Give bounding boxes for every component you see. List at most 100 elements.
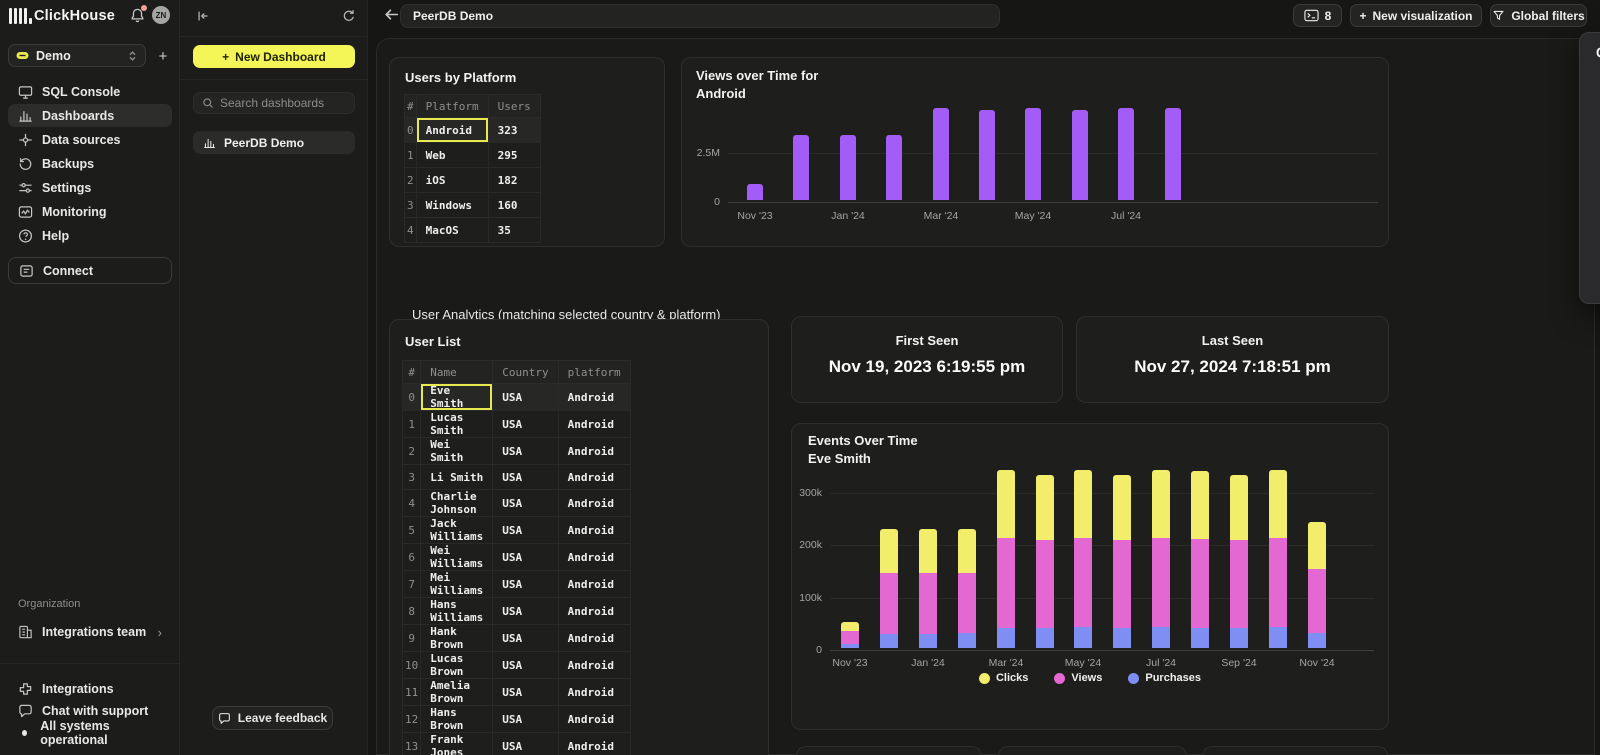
table-cell[interactable]: Android <box>558 598 630 625</box>
table-cell[interactable]: 13 <box>403 733 421 755</box>
table-cell[interactable]: USA <box>493 598 558 625</box>
table-cell[interactable]: 10 <box>403 652 421 679</box>
table-row[interactable]: 0Android323 <box>405 118 541 143</box>
query-menu-item[interactable]: User Stats <box>1580 211 1600 240</box>
bar-segment-purchases-Sep '24[interactable] <box>1230 628 1248 648</box>
table-cell[interactable]: 160 <box>488 193 540 218</box>
bar-Jan '24[interactable] <box>840 135 856 200</box>
new-visualization-button[interactable]: + New visualization <box>1350 4 1482 27</box>
table-cell[interactable]: Android <box>558 652 630 679</box>
sidebar-item-sql-console[interactable]: SQL Console <box>8 80 172 103</box>
column-header[interactable]: # <box>405 95 417 118</box>
bar-segment-clicks-May '24[interactable] <box>1074 470 1092 538</box>
table-cell[interactable]: Android <box>558 411 630 438</box>
table-cell[interactable]: 5 <box>403 517 421 544</box>
bar-segment-views-Jul '24[interactable] <box>1152 538 1170 627</box>
legend-item-views[interactable]: Views <box>1054 672 1102 684</box>
table-row[interactable]: 3Li SmithUSAAndroid <box>403 465 631 490</box>
table-row[interactable]: 8Hans WilliamsUSAAndroid <box>403 598 631 625</box>
table-cell[interactable]: USA <box>493 465 558 490</box>
bar-segment-clicks-Nov '23[interactable] <box>841 622 859 631</box>
table-row[interactable]: 0Eve SmithUSAAndroid <box>403 384 631 411</box>
dashboard-title-input[interactable] <box>400 4 1000 28</box>
table-cell[interactable]: 2 <box>405 168 417 193</box>
bar-segment-clicks-Nov '24[interactable] <box>1308 522 1326 569</box>
table-cell[interactable]: 35 <box>488 218 540 243</box>
bar-segment-purchases-Jan '24[interactable] <box>919 634 937 648</box>
table-cell[interactable]: MacOS <box>416 218 488 243</box>
column-header[interactable]: Platform <box>416 95 488 118</box>
dashboard-search[interactable] <box>193 92 355 114</box>
table-cell[interactable]: Android <box>558 517 630 544</box>
search-input[interactable] <box>220 96 335 110</box>
user-avatar[interactable]: ZN <box>152 6 170 24</box>
bar-Mar '24[interactable] <box>933 108 949 200</box>
table-cell[interactable]: USA <box>493 438 558 465</box>
query-menu-item[interactable]: Breakdown by country <box>1580 268 1600 297</box>
table-cell[interactable]: 1 <box>403 411 421 438</box>
bar-segment-views-Nov '24[interactable] <box>1308 569 1326 633</box>
table-cell[interactable]: USA <box>493 625 558 652</box>
bar-Nov '23[interactable] <box>747 184 763 200</box>
queries-count-button[interactable]: 8 <box>1293 4 1342 27</box>
bar-segment-views-Mar '24[interactable] <box>997 538 1015 628</box>
table-cell[interactable]: USA <box>493 733 558 755</box>
table-cell[interactable]: 7 <box>403 571 421 598</box>
query-menu-item[interactable]: User List <box>1580 97 1600 126</box>
table-row[interactable]: 12Hans BrownUSAAndroid <box>403 706 631 733</box>
table-cell[interactable]: USA <box>493 384 558 411</box>
table-cell[interactable]: Wei Williams <box>421 544 493 571</box>
table-cell[interactable]: 6 <box>403 544 421 571</box>
sidebar-item-backups[interactable]: Backups <box>8 152 172 175</box>
table-cell[interactable]: Web <box>416 143 488 168</box>
bar-segment-clicks-Oct '24[interactable] <box>1269 470 1287 538</box>
table-cell[interactable]: 323 <box>488 118 540 143</box>
bar-Jun '24[interactable] <box>1072 110 1088 200</box>
sidebar-item-integrations[interactable]: Integrations <box>8 678 172 700</box>
column-header[interactable]: Users <box>488 95 540 118</box>
bar-segment-purchases-Aug '24[interactable] <box>1191 628 1209 648</box>
table-row[interactable]: 10Lucas BrownUSAAndroid <box>403 652 631 679</box>
bar-segment-clicks-Dec '23[interactable] <box>880 529 898 574</box>
bar-Feb '24[interactable] <box>886 135 902 200</box>
table-row[interactable]: 11Amelia BrownUSAAndroid <box>403 679 631 706</box>
bar-segment-clicks-Sep '24[interactable] <box>1230 475 1248 540</box>
collapse-panel-icon[interactable] <box>192 5 214 27</box>
bar-segment-views-Jun '24[interactable] <box>1113 540 1131 628</box>
table-row[interactable]: 4MacOS35 <box>405 218 541 243</box>
sidebar-item-dashboards[interactable]: Dashboards <box>8 104 172 127</box>
column-header[interactable]: # <box>403 361 421 384</box>
bar-segment-purchases-Jul '24[interactable] <box>1152 627 1170 648</box>
table-cell[interactable]: 4 <box>405 218 417 243</box>
global-filters-button[interactable]: Global filters <box>1490 4 1587 27</box>
bar-segment-purchases-Jun '24[interactable] <box>1113 628 1131 648</box>
table-cell[interactable]: 11 <box>403 679 421 706</box>
bar-Dec '23[interactable] <box>793 135 809 200</box>
bar-segment-views-Sep '24[interactable] <box>1230 540 1248 628</box>
table-cell[interactable]: Android <box>558 438 630 465</box>
organization-team-selector[interactable]: Integrations team › <box>8 620 172 644</box>
connect-button[interactable]: Connect <box>8 257 172 284</box>
query-menu-item[interactable]: Breakdown by platform <box>1580 182 1600 211</box>
bar-segment-clicks-Jul '24[interactable] <box>1152 470 1170 538</box>
table-cell[interactable]: Hank Brown <box>421 625 493 652</box>
table-cell[interactable]: 8 <box>403 598 421 625</box>
bar-segment-views-Feb '24[interactable] <box>958 573 976 633</box>
table-cell[interactable]: USA <box>493 679 558 706</box>
refresh-icon[interactable] <box>338 5 360 27</box>
table-row[interactable]: 7Mei WilliamsUSAAndroid <box>403 571 631 598</box>
clickhouse-logo-icon[interactable] <box>9 8 31 24</box>
table-row[interactable]: 1Web295 <box>405 143 541 168</box>
table-cell[interactable]: Windows <box>416 193 488 218</box>
table-cell[interactable]: Mei Williams <box>421 571 493 598</box>
sidebar-item-help[interactable]: Help <box>8 224 172 247</box>
table-cell[interactable]: Android <box>558 625 630 652</box>
table-cell[interactable]: Wei Smith <box>421 438 493 465</box>
table-cell[interactable]: Lucas Smith <box>421 411 493 438</box>
bar-Jul '24[interactable] <box>1118 108 1134 200</box>
table-row[interactable]: 6Wei WilliamsUSAAndroid <box>403 544 631 571</box>
legend-item-clicks[interactable]: Clicks <box>979 672 1028 684</box>
dashboard-list-item[interactable]: PeerDB Demo <box>193 131 355 154</box>
bar-segment-clicks-Aug '24[interactable] <box>1191 471 1209 539</box>
table-cell[interactable]: Lucas Brown <box>421 652 493 679</box>
